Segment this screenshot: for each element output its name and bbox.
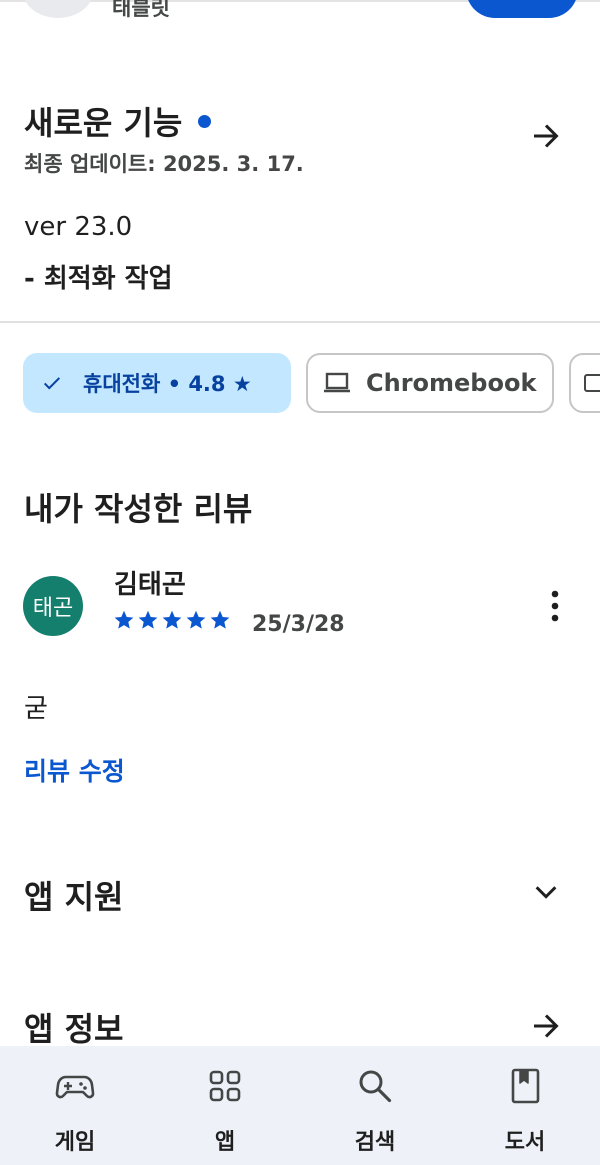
nav-item-apps[interactable]: 앱 bbox=[150, 1046, 300, 1165]
nav-label-games: 게임 bbox=[54, 1130, 96, 1155]
chevron-down-icon[interactable] bbox=[530, 876, 562, 908]
star-icon bbox=[138, 610, 158, 629]
release-notes-text: - 최적화 작업 bbox=[24, 264, 173, 294]
tablet-icon bbox=[584, 374, 600, 392]
edit-review-link[interactable]: 리뷰 수정 bbox=[24, 752, 125, 788]
star-icon bbox=[114, 610, 134, 629]
version-text: ver 23.0 bbox=[24, 212, 133, 242]
nav-label-search: 검색 bbox=[354, 1130, 396, 1155]
nav-item-search[interactable]: 검색 bbox=[300, 1046, 450, 1165]
device-chip-tablet[interactable] bbox=[569, 353, 600, 413]
device-chip-phone[interactable]: 휴대전화 • 4.8 ★ bbox=[23, 353, 291, 413]
avatar: 태곤 bbox=[23, 576, 83, 636]
new-indicator-dot bbox=[198, 114, 212, 128]
whats-new-title: 새로운 기능 bbox=[24, 104, 183, 142]
arrow-right-icon[interactable] bbox=[528, 1008, 564, 1044]
device-icon-circle bbox=[22, 0, 94, 18]
section-divider bbox=[0, 321, 600, 323]
nav-item-games[interactable]: 게임 bbox=[0, 1046, 150, 1165]
star-icon bbox=[186, 610, 206, 629]
more-vert-icon[interactable] bbox=[540, 588, 570, 624]
search-icon bbox=[359, 1070, 392, 1103]
book-icon bbox=[511, 1068, 540, 1104]
reviewer-name: 김태곤 bbox=[114, 570, 186, 600]
star-icon bbox=[210, 610, 230, 629]
app-info-title[interactable]: 앱 정보 bbox=[24, 1004, 123, 1050]
install-button[interactable] bbox=[466, 0, 578, 18]
device-chip-phone-label: 휴대전화 • 4.8 ★ bbox=[83, 372, 252, 396]
review-date: 25/3/28 bbox=[252, 612, 345, 637]
whats-new-header[interactable]: 새로운 기능 bbox=[24, 98, 212, 144]
star-icon bbox=[162, 610, 182, 629]
nav-item-books[interactable]: 도서 bbox=[450, 1046, 600, 1165]
device-chip-chromebook[interactable]: Chromebook bbox=[306, 353, 554, 413]
nav-label-apps: 앱 bbox=[214, 1130, 236, 1155]
app-support-title[interactable]: 앱 지원 bbox=[24, 872, 123, 918]
last-updated-text: 최종 업데이트: 2025. 3. 17. bbox=[24, 152, 304, 176]
bottom-navigation: 게임 앱 검색 도서 bbox=[0, 1046, 600, 1165]
star-rating bbox=[112, 608, 232, 632]
laptop-icon bbox=[324, 372, 350, 393]
my-review-title: 내가 작성한 리뷰 bbox=[24, 490, 253, 528]
device-chip-chromebook-label: Chromebook bbox=[366, 369, 537, 397]
top-partial-row: 태블릿 bbox=[0, 0, 600, 30]
gamepad-icon bbox=[55, 1075, 95, 1099]
apps-grid-icon bbox=[209, 1070, 241, 1102]
check-icon bbox=[43, 377, 61, 390]
nav-label-books: 도서 bbox=[504, 1130, 546, 1155]
device-tablet-label: 태블릿 bbox=[112, 0, 170, 20]
review-text: 굳 bbox=[24, 694, 48, 724]
arrow-right-icon[interactable] bbox=[528, 118, 564, 154]
